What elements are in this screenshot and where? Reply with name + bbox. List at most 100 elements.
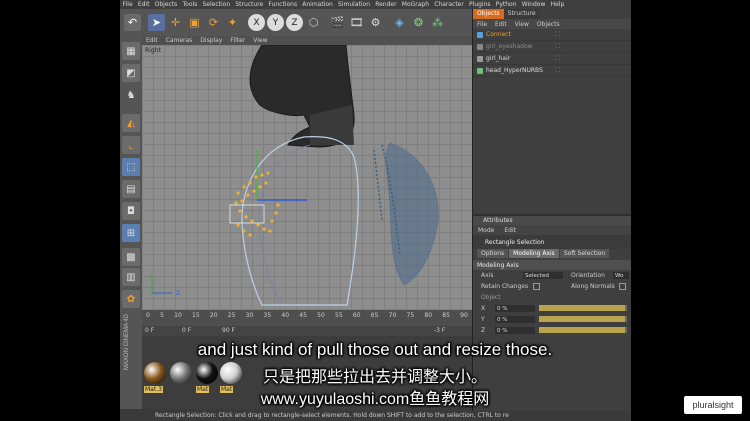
attributes-menu-edit[interactable]: Edit xyxy=(499,227,521,234)
undo-icon[interactable]: ↶ xyxy=(124,14,141,31)
axis-z-field[interactable]: 0 % xyxy=(495,327,535,334)
viewport-menu-cameras[interactable]: Cameras xyxy=(162,37,197,44)
polygons-mode-icon[interactable]: ◘ xyxy=(122,202,140,220)
coordinate-system-icon[interactable]: ⬡ xyxy=(305,14,322,31)
attributes-menu-mode[interactable]: Mode xyxy=(473,227,499,234)
timeline-tick: 50 xyxy=(317,312,325,319)
menu-item-help[interactable]: Help xyxy=(548,1,567,8)
z-axis-lock-icon[interactable]: Z xyxy=(286,14,303,31)
objects-menu-edit[interactable]: Edit xyxy=(491,21,511,28)
retain-changes-checkbox[interactable] xyxy=(533,283,540,290)
menu-item-selection[interactable]: Selection xyxy=(200,1,233,8)
menu-item-functions[interactable]: Functions xyxy=(266,1,300,8)
menu-item-animation[interactable]: Animation xyxy=(300,1,336,8)
menu-item-mograph[interactable]: MoGraph xyxy=(399,1,431,8)
timeline-tick: 15 xyxy=(192,312,200,319)
axis-dropdown[interactable]: Selected xyxy=(523,272,563,279)
workplane-grid-icon[interactable]: ▥ xyxy=(122,268,140,286)
end-frame-field[interactable]: 90 F xyxy=(222,327,235,334)
tab-soft-selection[interactable]: Soft Selection xyxy=(559,249,610,258)
orientation-dropdown[interactable]: Wo xyxy=(613,272,629,279)
move-icon[interactable]: ✛ xyxy=(167,14,184,31)
menu-item-simulation[interactable]: Simulation xyxy=(335,1,372,8)
viewport-menu-edit[interactable]: Edit xyxy=(142,37,162,44)
object-visibility-flags[interactable]: ⁚ ⁚ xyxy=(555,55,561,62)
object-name: Connect xyxy=(486,31,511,38)
y-axis-lock-icon[interactable]: Y xyxy=(267,14,284,31)
x-axis-lock-icon[interactable]: X xyxy=(248,14,265,31)
axis-mode-icon[interactable]: ⌞ xyxy=(122,136,140,154)
viewport-menu-view[interactable]: View xyxy=(249,37,271,44)
menu-item-render[interactable]: Render xyxy=(373,1,400,8)
array-icon[interactable]: ⁂ xyxy=(429,14,446,31)
menu-item-python[interactable]: Python xyxy=(493,1,519,8)
tab-structure[interactable]: Structure xyxy=(503,9,540,19)
menu-item-edit[interactable]: Edit xyxy=(135,1,152,8)
cube-icon[interactable]: ◈ xyxy=(391,14,408,31)
toolbar-separator xyxy=(243,14,246,31)
make-editable-icon[interactable]: ▦ xyxy=(122,42,140,60)
subtitle-english: and just kind of pull those out and resi… xyxy=(197,340,553,359)
object-row[interactable]: head_HyperNURBS ⁚ ⁚ xyxy=(473,65,631,77)
select-arrow-icon[interactable]: ➤ xyxy=(148,14,165,31)
uv-mode-icon[interactable]: ⊞ xyxy=(122,224,140,242)
axis-row: Axis Selected Orientation Wo xyxy=(473,270,631,281)
live-select-icon[interactable]: ✦ xyxy=(224,14,241,31)
axis-y-row: Y 0 % xyxy=(473,314,631,325)
axis-y-slider[interactable] xyxy=(539,316,627,322)
menu-item-file[interactable]: File xyxy=(120,1,135,8)
axis-label: Axis xyxy=(481,272,494,279)
render-picture-viewer-icon[interactable]: 🎞 xyxy=(348,14,365,31)
timeline[interactable]: 0 5 10 15 20 25 30 35 40 45 50 55 60 65 70 75 80 85 90 xyxy=(142,310,472,326)
menu-item-structure[interactable]: Structure xyxy=(233,1,266,8)
current-frame-field[interactable]: 0 F xyxy=(182,327,191,334)
scale-icon[interactable]: ▣ xyxy=(186,14,203,31)
object-label: Object xyxy=(481,294,501,301)
object-list: Connect ⁚ ⁚ girl_eyeshadow ⁚ ⁚ girl_hair ⁚ ⁚ h… xyxy=(473,29,631,77)
model-mode-icon[interactable]: ◩ xyxy=(122,64,140,82)
objects-menu-objects[interactable]: Objects xyxy=(533,21,564,28)
object-visibility-flags[interactable]: ⁚ ⁚ xyxy=(555,31,561,38)
lock-workplane-icon[interactable]: ✿ xyxy=(122,290,140,308)
texture-mode-icon[interactable]: ♞ xyxy=(122,86,140,104)
start-frame-field[interactable]: 0 F xyxy=(145,327,154,334)
viewport-menu-display[interactable]: Display xyxy=(196,37,226,44)
snap-icon[interactable]: ▩ xyxy=(122,248,140,266)
menu-item-character[interactable]: Character xyxy=(432,1,467,8)
model-wireframe: Z xyxy=(151,45,439,306)
axis-x-field[interactable]: 0 % xyxy=(495,305,535,312)
render-settings-icon[interactable]: ⚙ xyxy=(367,14,384,31)
object-row[interactable]: girl_hair ⁚ ⁚ xyxy=(473,53,631,65)
menu-item-plugins[interactable]: Plugins xyxy=(466,1,493,8)
render-view-icon[interactable]: 🎬 xyxy=(329,14,346,31)
menu-item-tools[interactable]: Tools xyxy=(180,1,200,8)
rotate-icon[interactable]: ⟳ xyxy=(205,14,222,31)
axis-z-slider[interactable] xyxy=(539,327,627,333)
along-normals-checkbox[interactable] xyxy=(619,283,626,290)
axis-x-slider[interactable] xyxy=(539,305,627,311)
tab-options[interactable]: Options xyxy=(477,249,509,258)
edges-mode-icon[interactable]: ▤ xyxy=(122,180,140,198)
object-type-icon xyxy=(477,55,483,62)
object-visibility-flags[interactable]: ⁚ ⁚ xyxy=(555,43,561,50)
axis-y-field[interactable]: 0 % xyxy=(495,316,535,323)
timeline-tick: 70 xyxy=(388,312,397,319)
object-name: girl_eyeshadow xyxy=(486,43,533,50)
workplane-icon[interactable]: ◭ xyxy=(122,114,140,132)
attributes-menu: Mode Edit xyxy=(473,225,631,235)
timeline-tick: 90 xyxy=(460,312,468,319)
viewport-right[interactable]: Right Z xyxy=(142,45,472,310)
object-row[interactable]: girl_eyeshadow ⁚ ⁚ xyxy=(473,41,631,53)
viewport-menu-filter[interactable]: Filter xyxy=(226,37,249,44)
attributes-tabs: Options Modeling Axis Soft Selection xyxy=(477,249,631,258)
nurbs-icon[interactable]: ❂ xyxy=(410,14,427,31)
menu-item-objects[interactable]: Objects xyxy=(152,1,180,8)
tab-objects[interactable]: Objects xyxy=(473,9,504,19)
object-row[interactable]: Connect ⁚ ⁚ xyxy=(473,29,631,41)
objects-menu-view[interactable]: View xyxy=(511,21,533,28)
tab-modeling-axis[interactable]: Modeling Axis xyxy=(509,249,559,258)
objects-menu-file[interactable]: File xyxy=(473,21,491,28)
points-mode-icon[interactable]: ⬚ xyxy=(122,158,140,176)
object-visibility-flags[interactable]: ⁚ ⁚ xyxy=(555,67,561,74)
menu-item-window[interactable]: Window xyxy=(519,1,548,8)
